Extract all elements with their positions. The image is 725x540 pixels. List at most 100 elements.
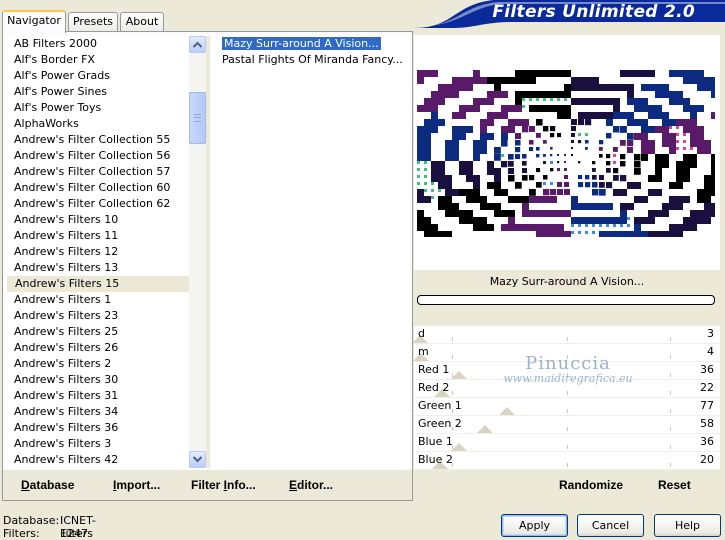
- param-value: 3: [707, 327, 714, 340]
- category-item[interactable]: Andrew's Filter Collection 62: [7, 196, 189, 212]
- tab-about[interactable]: About: [120, 12, 164, 32]
- import-button[interactable]: Import...: [113, 478, 160, 492]
- cancel-button[interactable]: Cancel: [577, 514, 644, 537]
- category-item[interactable]: Alf's Power Grads: [7, 68, 189, 84]
- help-button[interactable]: Help: [654, 514, 721, 537]
- category-item-label: Andrew's Filters 1: [14, 293, 112, 306]
- app-title: Filters Unlimited 2.0: [492, 2, 695, 22]
- param-value: 4: [707, 345, 714, 358]
- slider-track[interactable]: [416, 434, 718, 451]
- category-item[interactable]: Andrew's Filters 2: [7, 356, 189, 372]
- category-item-label: Andrew's Filters 34: [14, 405, 119, 418]
- tab-strip: Navigator Presets About: [0, 10, 410, 33]
- category-item[interactable]: Alf's Power Toys: [7, 100, 189, 116]
- chevron-up-icon: [193, 41, 202, 48]
- category-item[interactable]: Andrew's Filter Collection 55: [7, 132, 189, 148]
- category-item-label: Andrew's Filters 23: [14, 309, 119, 322]
- category-item[interactable]: Andrew's Filter Collection 56: [7, 148, 189, 164]
- randomize-button[interactable]: Randomize: [559, 478, 623, 492]
- category-item-label: AlphaWorks: [14, 117, 79, 130]
- param-value: 58: [700, 417, 714, 430]
- category-item-label: Andrew's Filters 30: [14, 373, 119, 386]
- category-item[interactable]: Andrew's Filters 36: [7, 420, 189, 436]
- tab-presets[interactable]: Presets: [68, 12, 118, 32]
- category-item[interactable]: Andrew's Filters 15: [7, 276, 189, 292]
- filter-info-button[interactable]: Filter Info...: [191, 478, 256, 492]
- param-name: Blue 2: [418, 453, 453, 466]
- param-slider[interactable]: Green 2 58: [414, 416, 720, 434]
- slider-thumb[interactable]: [450, 371, 467, 379]
- category-item[interactable]: Alf's Border FX: [7, 52, 189, 68]
- category-item-label: Andrew's Filter Collection 56: [14, 149, 171, 162]
- param-value: 22: [700, 381, 714, 394]
- slider-thumb[interactable]: [450, 443, 467, 451]
- tab-navigator[interactable]: Navigator: [2, 10, 66, 33]
- category-scrollbar[interactable]: [189, 36, 206, 468]
- param-name: Red 2: [418, 381, 450, 394]
- slider-thumb[interactable]: [499, 407, 516, 415]
- category-item-label: Andrew's Filters 15: [15, 277, 120, 290]
- category-item[interactable]: AB Filters 2000: [7, 36, 189, 52]
- navigator-panel: AB Filters 2000 Alf's Border FX Alf's Powe…: [2, 31, 413, 501]
- category-item[interactable]: Andrew's Filters 13: [7, 260, 189, 276]
- database-button[interactable]: Database: [21, 478, 74, 492]
- category-item-label: Alf's Power Toys: [14, 101, 102, 114]
- preview-area: [414, 35, 720, 270]
- category-item[interactable]: Andrew's Filter Collection 57: [7, 164, 189, 180]
- category-item[interactable]: Andrew's Filters 34: [7, 404, 189, 420]
- param-name: Blue 1: [418, 435, 453, 448]
- category-item[interactable]: Andrew's Filter Collection 60: [7, 180, 189, 196]
- editor-button[interactable]: Editor...: [289, 478, 333, 492]
- category-item-label: Andrew's Filter Collection 62: [14, 197, 171, 210]
- category-item-label: Andrew's Filters 3: [14, 437, 112, 450]
- param-slider[interactable]: Green 1 77: [414, 398, 720, 416]
- category-item[interactable]: Andrew's Filters 11: [7, 228, 189, 244]
- category-item-label: Andrew's Filters 26: [14, 341, 119, 354]
- category-item[interactable]: Andrew's Filters 26: [7, 340, 189, 356]
- category-item[interactable]: Andrew's Filters 30: [7, 372, 189, 388]
- progress-bar: [417, 295, 715, 305]
- reset-button[interactable]: Reset: [658, 478, 691, 492]
- category-item[interactable]: AlphaWorks: [7, 116, 189, 132]
- param-name: m: [418, 345, 429, 358]
- category-item-label: Alf's Power Grads: [14, 69, 110, 82]
- category-item[interactable]: Andrew's Filters 42: [7, 452, 189, 468]
- filter-item[interactable]: Pastal Flights Of Miranda Fancy...: [210, 52, 410, 68]
- database-label: Database:: [3, 514, 60, 527]
- category-item-label: Andrew's Filters 2: [14, 357, 112, 370]
- watermark-url: www.maidiregrafica.eu: [503, 372, 633, 385]
- apply-button[interactable]: Apply: [501, 514, 568, 537]
- slider-thumb[interactable]: [476, 425, 493, 433]
- param-name: d: [418, 327, 425, 340]
- category-item-label: AB Filters 2000: [14, 37, 98, 50]
- category-item[interactable]: Andrew's Filters 23: [7, 308, 189, 324]
- category-item-label: Andrew's Filter Collection 60: [14, 181, 171, 194]
- category-item[interactable]: Andrew's Filters 3: [7, 436, 189, 452]
- param-name: Green 2: [418, 417, 462, 430]
- param-slider[interactable]: Blue 1 36: [414, 434, 720, 452]
- slider-track[interactable]: [411, 326, 718, 343]
- param-name: Green 1: [418, 399, 462, 412]
- category-item[interactable]: Andrew's Filters 12: [7, 244, 189, 260]
- category-item[interactable]: Andrew's Filters 31: [7, 388, 189, 404]
- filter-list[interactable]: Mazy Surr-around A Vision... Pastal Fligh…: [210, 36, 410, 468]
- category-item-label: Andrew's Filters 36: [14, 421, 119, 434]
- param-name: Red 1: [418, 363, 450, 376]
- preview-image: [417, 70, 715, 237]
- filter-item[interactable]: Mazy Surr-around A Vision...: [210, 36, 410, 52]
- scroll-down-button[interactable]: [189, 451, 206, 468]
- slider-track[interactable]: [416, 452, 718, 469]
- category-item[interactable]: Andrew's Filters 1: [7, 292, 189, 308]
- navigator-toolbar: Database Import... Filter Info... Editor…: [3, 470, 412, 500]
- category-item[interactable]: Andrew's Filters 10: [7, 212, 189, 228]
- category-item[interactable]: Andrew's Filters 25: [7, 324, 189, 340]
- param-slider[interactable]: Blue 2 20: [414, 452, 720, 470]
- category-list[interactable]: AB Filters 2000 Alf's Border FX Alf's Powe…: [7, 36, 189, 468]
- category-item-label: Andrew's Filters 31: [14, 389, 119, 402]
- scroll-thumb[interactable]: [189, 92, 206, 144]
- scroll-up-button[interactable]: [189, 36, 206, 53]
- category-item[interactable]: Alf's Power Sines: [7, 84, 189, 100]
- category-item-label: Andrew's Filters 10: [14, 213, 119, 226]
- param-slider[interactable]: d3: [411, 326, 720, 344]
- category-item-label: Alf's Power Sines: [14, 85, 107, 98]
